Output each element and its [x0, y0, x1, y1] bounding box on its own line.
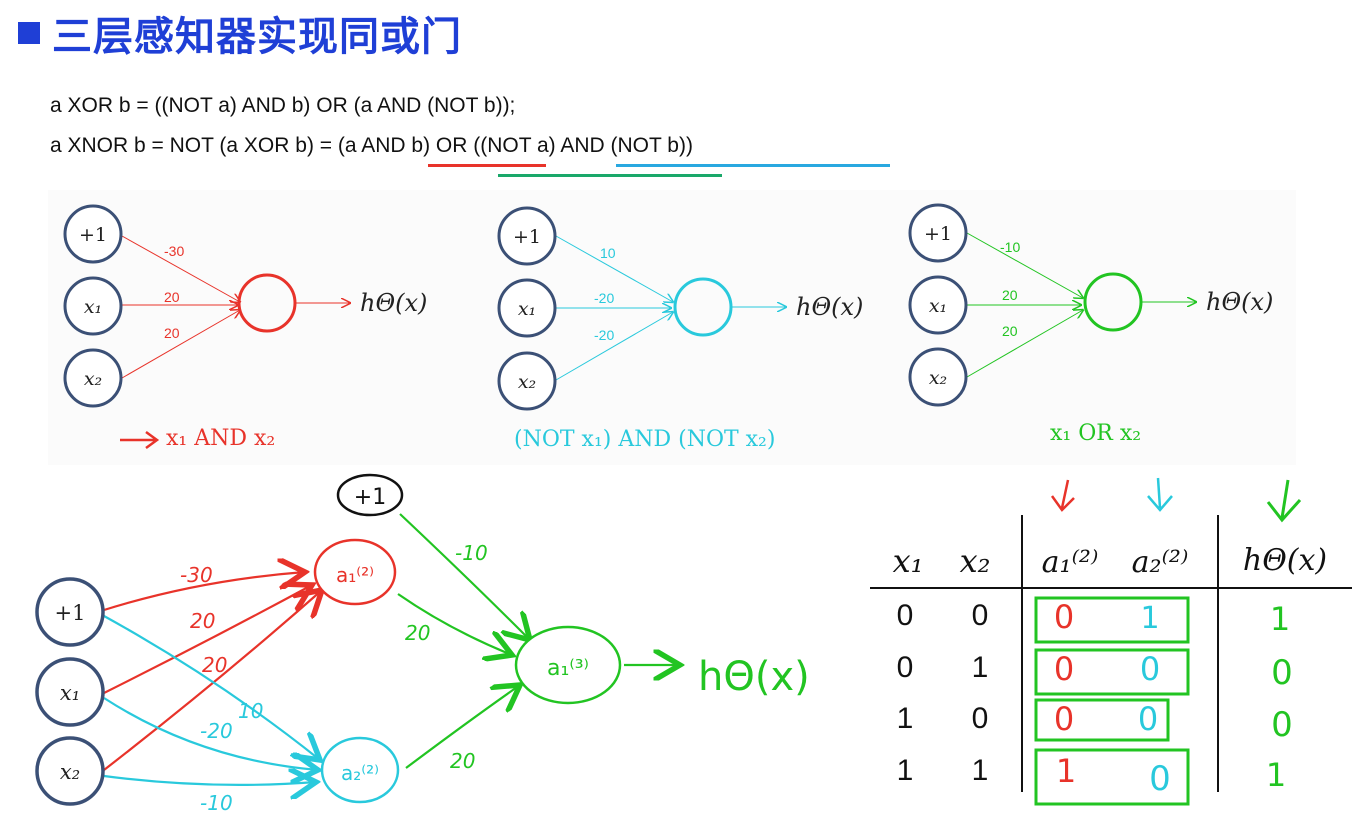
cell-a2: 0 — [1138, 700, 1158, 738]
cell-a1: 1 — [1056, 752, 1076, 790]
cell-x2: 1 — [972, 754, 989, 787]
table-header-a2: a₂⁽²⁾ — [1132, 545, 1189, 580]
cell-a1: 0 — [1054, 598, 1074, 636]
edge-cyan-x2 — [103, 776, 316, 785]
edge-x2-nor — [555, 312, 673, 381]
label-x1-or: x₁ — [929, 295, 947, 317]
table-header-a1: a₁⁽²⁾ — [1042, 545, 1099, 580]
edge-bias-or — [966, 232, 1083, 298]
net-label-x2: x₂ — [60, 760, 80, 784]
net-label-bias-top: +1 — [354, 485, 386, 510]
caption-and: x₁ AND x₂ — [166, 426, 275, 451]
panel-nor: +1 x₁ x₂ 10 -20 -20 hΘ(x) (NOT x₁) AND (… — [497, 206, 863, 452]
net-weight-cyan-bias: 10 — [238, 699, 263, 723]
table-header-x1: x₁ — [893, 542, 924, 580]
table-row: 0 1 0 0 0 — [897, 650, 1293, 693]
table-row: 1 1 1 0 1 — [897, 752, 1287, 799]
weight-x1-and: 20 — [164, 289, 180, 305]
net-weight-green-h1: 20 — [405, 621, 430, 645]
panel-or: +1 x₁ x₂ -10 20 20 hΘ(x) x₁ OR x₂ — [908, 203, 1273, 446]
table-row: 0 0 0 1 1 — [897, 598, 1291, 638]
label-bias-nor: +1 — [513, 226, 541, 248]
cell-a2: 1 — [1140, 601, 1159, 636]
cell-h: 0 — [1271, 653, 1293, 693]
net-weight-red-x1: 20 — [190, 609, 215, 633]
net-label-bias: +1 — [55, 601, 86, 625]
caption-or: x₁ OR x₂ — [1050, 421, 1141, 446]
table-row: 1 0 0 0 0 — [897, 700, 1293, 745]
weight-x2-or: 20 — [1002, 323, 1018, 339]
label-x2-nor: x₂ — [518, 371, 536, 393]
cell-x2: 0 — [972, 702, 989, 735]
table-header-h: hΘ(x) — [1243, 543, 1327, 578]
arrow-down-cyan-icon — [1147, 477, 1173, 512]
net-output-label: hΘ(x) — [698, 654, 810, 700]
weight-x2-nor: -20 — [594, 327, 614, 343]
net-weight-red-bias: -30 — [180, 563, 213, 587]
cell-a2: 0 — [1140, 650, 1160, 688]
net-weight-green-bias: -10 — [455, 541, 488, 565]
edge-x2-or — [966, 310, 1083, 378]
output-label-nor: hΘ(x) — [796, 293, 863, 321]
output-label-and: hΘ(x) — [360, 289, 427, 317]
output-label-or: hΘ(x) — [1206, 288, 1273, 316]
label-x2-or: x₂ — [929, 367, 947, 389]
xnor-network: +1 x₁ x₂ +1 a₁⁽²⁾ a₂⁽²⁾ a₁⁽³⁾ hΘ(x) -30 … — [35, 473, 810, 815]
cell-a1: 0 — [1054, 650, 1074, 688]
net-weight-cyan-x2: -10 — [200, 791, 233, 815]
cell-h: 0 — [1271, 705, 1293, 745]
weight-bias-or: -10 — [1000, 239, 1020, 255]
neuron-nor — [673, 277, 733, 337]
cell-a2: 0 — [1149, 759, 1171, 799]
arrow-down-green-icon — [1266, 479, 1302, 523]
panel-and: +1 x₁ x₂ -30 20 20 hΘ(x) x₁ AND x₂ — [63, 204, 427, 451]
neuron-or — [1083, 272, 1143, 332]
weight-x2-and: 20 — [164, 325, 180, 341]
table-header-x2: x₂ — [960, 542, 991, 580]
net-label-hidden2: a₂⁽²⁾ — [341, 761, 379, 785]
label-bias-and: +1 — [79, 224, 107, 246]
edge-x2-and — [121, 310, 240, 379]
cell-x1: 1 — [897, 754, 914, 787]
label-x1-nor: x₁ — [518, 298, 536, 320]
weight-x1-or: 20 — [1002, 287, 1018, 303]
neuron-and — [237, 273, 297, 333]
net-label-hidden1: a₁⁽²⁾ — [336, 563, 374, 587]
label-bias-or: +1 — [924, 223, 952, 245]
cell-h: 1 — [1266, 756, 1286, 794]
cell-x1: 1 — [897, 702, 914, 735]
arrow-down-red-icon — [1050, 479, 1075, 512]
truth-table: x₁ x₂ a₁⁽²⁾ a₂⁽²⁾ hΘ(x) 0 0 0 1 1 0 1 0 … — [870, 477, 1352, 806]
weight-bias-nor: 10 — [600, 245, 616, 261]
net-weight-cyan-x1: -20 — [200, 719, 233, 743]
cell-x2: 1 — [972, 651, 989, 684]
net-label-output: a₁⁽³⁾ — [547, 656, 589, 681]
net-weight-red-x2: 20 — [202, 653, 227, 677]
net-label-x1: x₁ — [60, 681, 80, 705]
weight-x1-nor: -20 — [594, 290, 614, 306]
label-x2-and: x₂ — [84, 368, 102, 390]
diagram-canvas: +1 x₁ x₂ -30 20 20 hΘ(x) x₁ AND x₂ +1 x₁… — [35, 203, 1352, 815]
cell-h: 1 — [1270, 600, 1290, 638]
arrow-icon-and — [120, 430, 160, 450]
cell-x2: 0 — [972, 599, 989, 632]
caption-nor: (NOT x₁) AND (NOT x₂) — [514, 427, 775, 452]
cell-x1: 0 — [897, 599, 914, 632]
cell-x1: 0 — [897, 651, 914, 684]
cell-a1: 0 — [1054, 700, 1074, 738]
label-x1-and: x₁ — [84, 296, 102, 318]
weight-bias-and: -30 — [164, 243, 184, 259]
net-weight-green-h2: 20 — [450, 749, 475, 773]
